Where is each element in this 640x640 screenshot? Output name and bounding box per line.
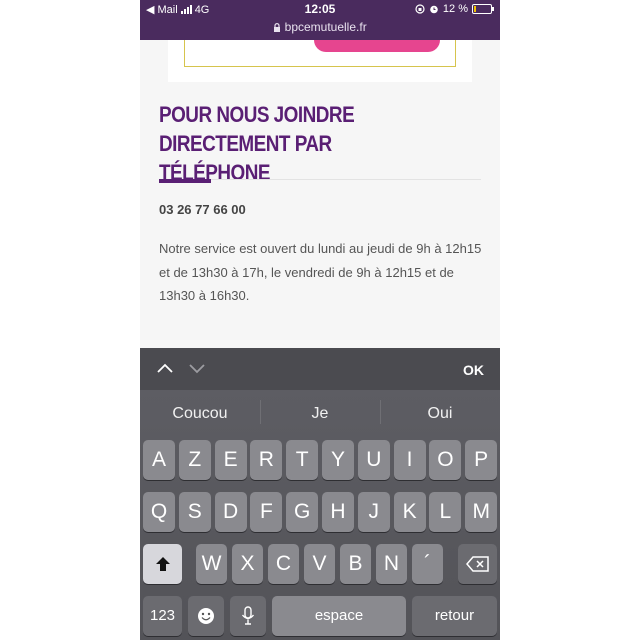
key-r[interactable]: R — [250, 440, 283, 480]
section-title: POUR NOUS JOINDRE DIRECTEMENT PAR TÉLÉPH… — [159, 102, 355, 185]
shift-icon — [155, 557, 170, 571]
key-f[interactable]: F — [250, 492, 283, 532]
alarm-icon — [430, 5, 438, 14]
microphone-icon — [241, 606, 255, 625]
opening-hours-text: Notre service est ouvert du lundi au jeu… — [159, 241, 482, 303]
suggestion-3[interactable]: Oui — [380, 390, 500, 434]
key-a[interactable]: A — [143, 440, 175, 480]
dictation-key[interactable] — [230, 596, 266, 636]
return-key[interactable]: retour — [412, 596, 497, 636]
chevron-up-icon[interactable] — [156, 362, 174, 374]
key-j[interactable]: J — [357, 492, 390, 532]
delete-key[interactable] — [458, 544, 497, 584]
title-accent-bar — [159, 179, 211, 183]
emoji-icon — [198, 608, 214, 624]
key-acute-accent[interactable]: ´ — [412, 544, 443, 584]
url-text: bpcemutuelle.fr — [284, 20, 367, 34]
key-v[interactable]: V — [304, 544, 335, 584]
key-u[interactable]: U — [357, 440, 390, 480]
delete-icon — [465, 556, 489, 572]
key-d[interactable]: D — [214, 492, 247, 532]
chevron-down-icon[interactable] — [188, 362, 206, 374]
keyboard: Coucou Je Oui AZERTYUIOP QSDFGHJKLM WXCV… — [140, 390, 500, 640]
key-x[interactable]: X — [232, 544, 263, 584]
suggestion-1[interactable]: Coucou — [140, 390, 260, 434]
key-q[interactable]: Q — [143, 492, 175, 532]
key-h[interactable]: H — [322, 492, 354, 532]
key-l[interactable]: L — [429, 492, 462, 532]
key-i[interactable]: I — [393, 440, 426, 480]
submit-button[interactable] — [314, 40, 440, 52]
key-e[interactable]: E — [214, 440, 247, 480]
space-key[interactable]: espace — [272, 596, 406, 636]
shift-key[interactable] — [143, 544, 182, 584]
numbers-key[interactable]: 123 — [143, 596, 182, 636]
key-b[interactable]: B — [340, 544, 371, 584]
battery-icon — [472, 4, 494, 14]
key-y[interactable]: Y — [322, 440, 354, 480]
phone-screen: ◀ Mail 4G 12:05 12 % bpcemutuelle.fr POU… — [140, 0, 500, 640]
status-bar: ◀ Mail 4G 12:05 12 % bpcemutuelle.fr — [140, 0, 500, 40]
key-w[interactable]: W — [196, 544, 227, 584]
done-button[interactable]: OK — [463, 362, 484, 378]
url-bar[interactable]: bpcemutuelle.fr — [140, 20, 500, 34]
key-t[interactable]: T — [286, 440, 319, 480]
key-k[interactable]: K — [393, 492, 426, 532]
lock-icon — [274, 23, 281, 32]
keyboard-accessory-bar: OK — [140, 348, 500, 390]
contact-section: POUR NOUS JOINDRE DIRECTEMENT PAR TÉLÉPH… — [140, 82, 500, 348]
key-n[interactable]: N — [376, 544, 407, 584]
key-z[interactable]: Z — [178, 440, 211, 480]
emoji-key[interactable] — [188, 596, 224, 636]
key-o[interactable]: O — [429, 440, 462, 480]
status-right: 12 % — [415, 3, 494, 15]
key-m[interactable]: M — [465, 492, 498, 532]
key-g[interactable]: G — [286, 492, 319, 532]
key-c[interactable]: C — [268, 544, 299, 584]
key-s[interactable]: S — [178, 492, 211, 532]
battery-percent: 12 % — [442, 3, 468, 15]
key-p[interactable]: P — [465, 440, 498, 480]
suggestion-2[interactable]: Je — [260, 390, 380, 434]
orientation-lock-icon — [415, 4, 425, 14]
phone-number-link[interactable]: 03 26 77 66 00 — [159, 202, 246, 217]
form-card-bottom — [168, 40, 472, 82]
